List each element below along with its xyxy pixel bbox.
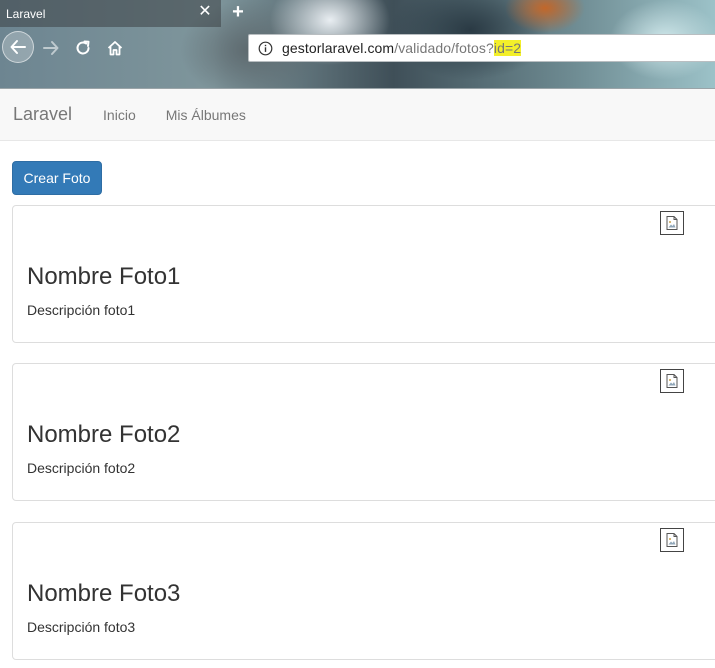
navbar-brand[interactable]: Laravel <box>13 104 72 125</box>
broken-image-icon <box>660 369 684 393</box>
photo-title: Nombre Foto3 <box>27 580 181 607</box>
app-navbar: Laravel Inicio Mis Álbumes <box>0 89 715 141</box>
url-host: gestorlaravel.com <box>282 40 395 56</box>
reload-button[interactable] <box>72 37 94 59</box>
photo-card: Nombre Foto2 Descripción foto2 <box>12 363 715 501</box>
forward-arrow-icon <box>43 41 59 55</box>
back-button[interactable] <box>2 31 34 63</box>
broken-image-icon <box>660 211 684 235</box>
photo-title: Nombre Foto2 <box>27 421 181 448</box>
tab-close-icon[interactable]: ✕ <box>197 4 213 20</box>
photo-title: Nombre Foto1 <box>27 263 181 290</box>
broken-image-icon <box>660 528 684 552</box>
forward-button[interactable] <box>40 37 62 59</box>
url-path: /validado/fotos? <box>394 40 494 56</box>
browser-chrome: Laravel ✕ + gestorlaravel.com/validado/f… <box>0 0 715 89</box>
nav-link-mis-albumes[interactable]: Mis Álbumes <box>166 107 246 123</box>
browser-tab[interactable]: Laravel ✕ <box>0 0 221 27</box>
photo-card: Nombre Foto3 Descripción foto3 <box>12 522 715 660</box>
back-arrow-icon <box>10 40 26 54</box>
photo-card: Nombre Foto1 Descripción foto1 <box>12 205 715 343</box>
new-tab-icon[interactable]: + <box>229 2 247 22</box>
create-photo-button[interactable]: Crear Foto <box>12 161 102 195</box>
address-bar[interactable]: gestorlaravel.com/validado/fotos?id=2 <box>248 34 715 62</box>
home-icon <box>107 41 123 56</box>
info-icon[interactable] <box>257 40 273 56</box>
tab-title: Laravel <box>6 6 46 21</box>
reload-icon <box>76 40 90 55</box>
nav-link-inicio[interactable]: Inicio <box>103 107 136 123</box>
url-text: gestorlaravel.com/validado/fotos?id=2 <box>282 40 522 56</box>
photo-description: Descripción foto2 <box>27 460 136 476</box>
photo-description: Descripción foto3 <box>27 619 136 635</box>
url-query-highlight: id=2 <box>493 40 522 56</box>
home-button[interactable] <box>104 37 126 59</box>
photo-description: Descripción foto1 <box>27 302 136 318</box>
